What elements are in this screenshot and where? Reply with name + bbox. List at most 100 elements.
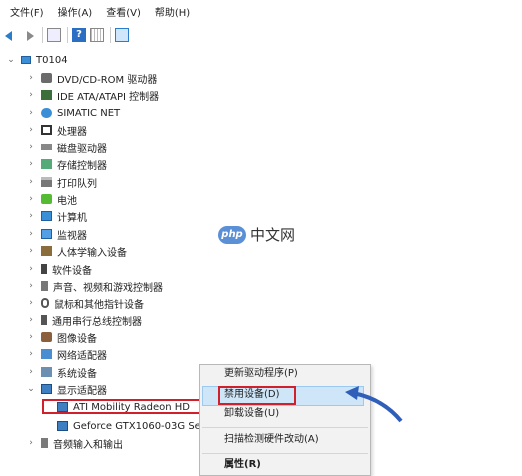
chevron-right-icon[interactable]: › — [26, 332, 36, 342]
tree-item-storage[interactable]: › 存储控制器 — [26, 156, 107, 172]
tree-item-imaging[interactable]: › 图像设备 — [26, 329, 97, 345]
tree-item-computer[interactable]: › 计算机 — [26, 208, 87, 224]
tree-item-monitor[interactable]: › 监视器 — [26, 226, 87, 242]
tree-item-label: 处理器 — [57, 126, 87, 138]
ide-controller-icon — [41, 90, 52, 100]
chevron-right-icon[interactable]: › — [26, 367, 36, 377]
mouse-icon — [41, 298, 49, 308]
back-icon[interactable] — [4, 28, 18, 42]
chevron-right-icon[interactable]: › — [26, 281, 36, 291]
menu-action[interactable]: 操作(A) — [58, 4, 93, 19]
computer-icon — [21, 56, 31, 64]
toolbar-separator — [42, 27, 43, 43]
tree-item-software[interactable]: › 软件设备 — [26, 261, 92, 277]
display-adapter-icon — [41, 384, 52, 394]
context-item-properties[interactable]: 属性(R) — [224, 456, 261, 474]
chevron-right-icon[interactable]: › — [26, 315, 36, 325]
tree-item-label: IDE ATA/ATAPI 控制器 — [57, 91, 160, 103]
context-item-scan-hardware[interactable]: 扫描检测硬件改动(A) — [224, 431, 319, 449]
chevron-right-icon[interactable]: › — [26, 438, 36, 448]
tree-item-label: 打印队列 — [57, 178, 97, 190]
tree-item-label: 声音、视频和游戏控制器 — [53, 282, 163, 294]
tree-item-ide[interactable]: › IDE ATA/ATAPI 控制器 — [26, 87, 159, 103]
toolbar: ? — [0, 24, 522, 46]
computer-icon — [41, 211, 52, 221]
menu-file[interactable]: 文件(F) — [10, 4, 44, 19]
tree-item-label: 计算机 — [57, 212, 87, 224]
grid-icon[interactable] — [90, 28, 104, 42]
tree-item-label: DVD/CD-ROM 驱动器 — [57, 74, 158, 86]
tree-item-print[interactable]: › 打印队列 — [26, 174, 97, 190]
chevron-right-icon[interactable]: › — [26, 177, 36, 187]
selection-highlight-box — [42, 399, 204, 414]
tree-item-display[interactable]: ⌄ 显示适配器 — [26, 381, 107, 397]
tree-item-network[interactable]: › 网络适配器 — [26, 346, 107, 362]
tree-item-processor[interactable]: › 处理器 — [26, 122, 87, 138]
tree-item-label: 音频输入和输出 — [53, 439, 123, 451]
chevron-right-icon[interactable]: › — [26, 229, 36, 239]
forward-icon[interactable] — [22, 28, 36, 42]
usb-icon — [41, 315, 47, 325]
storage-controller-icon — [41, 159, 52, 169]
context-item-uninstall-device[interactable]: 卸载设备(U) — [224, 405, 279, 423]
arrow-annotation — [345, 386, 403, 423]
tree-item-disk[interactable]: › 磁盘驱动器 — [26, 139, 107, 155]
chevron-right-icon[interactable]: › — [26, 298, 36, 308]
chevron-right-icon[interactable]: › — [26, 349, 36, 359]
monitor-icon — [41, 229, 52, 239]
chevron-right-icon[interactable]: › — [26, 108, 36, 118]
chevron-down-icon[interactable]: ⌄ — [26, 384, 36, 394]
tree-item-label: 系统设备 — [57, 368, 97, 380]
tree-item-label: 显示适配器 — [57, 385, 107, 397]
chevron-right-icon[interactable]: › — [26, 264, 36, 274]
tree-item-audio[interactable]: › 音频输入和输出 — [26, 435, 123, 451]
properties-icon[interactable] — [47, 28, 61, 42]
tree-item-label: 通用串行总线控制器 — [52, 316, 142, 328]
help-icon[interactable]: ? — [72, 28, 86, 42]
tree-item-label: 人体学输入设备 — [57, 247, 127, 259]
monitor-icon[interactable] — [115, 28, 129, 42]
tree-item-dvd[interactable]: › DVD/CD-ROM 驱动器 — [26, 70, 157, 86]
tree-item-usb[interactable]: › 通用串行总线控制器 — [26, 312, 142, 328]
chevron-right-icon[interactable]: › — [26, 142, 36, 152]
chevron-right-icon[interactable]: › — [26, 246, 36, 256]
tree-item-label: 网络适配器 — [57, 350, 107, 362]
arrow-head — [345, 386, 359, 400]
tree-item-simatic[interactable]: › SIMATIC NET — [26, 105, 120, 121]
menu-bar: 文件(F) 操作(A) 查看(V) 帮助(H) — [0, 0, 522, 22]
php-logo: php — [218, 225, 246, 244]
watermark-text: 中文网 — [250, 226, 296, 244]
chevron-right-icon[interactable]: › — [26, 194, 36, 204]
tree-root[interactable]: ⌄ T0104 — [6, 52, 68, 68]
tree-child-label: Geforce GTX1060-03G Se — [73, 420, 201, 432]
hid-device-icon — [41, 246, 52, 256]
chevron-down-icon[interactable]: ⌄ — [6, 55, 16, 65]
tree-item-battery[interactable]: › 电池 — [26, 191, 77, 207]
chevron-right-icon[interactable]: › — [26, 159, 36, 169]
chevron-right-icon[interactable]: › — [26, 125, 36, 135]
menu-help[interactable]: 帮助(H) — [155, 4, 190, 19]
tree-item-hid[interactable]: › 人体学输入设备 — [26, 243, 127, 259]
chevron-right-icon[interactable]: › — [26, 211, 36, 221]
context-highlight-box — [218, 386, 296, 405]
tree-item-label: 软件设备 — [52, 265, 92, 277]
processor-icon — [41, 125, 52, 135]
tree-item-label: 电池 — [57, 195, 77, 207]
tree-root-label: T0104 — [36, 54, 68, 66]
chevron-right-icon[interactable]: › — [26, 73, 36, 83]
dvd-drive-icon — [41, 73, 52, 83]
watermark: php 中文网 — [218, 224, 295, 245]
context-item-update-driver[interactable]: 更新驱动程序(P) — [224, 365, 298, 383]
tree-child-geforce[interactable]: Geforce GTX1060-03G Se — [52, 418, 201, 434]
arrow-shaft — [352, 391, 403, 423]
tree-item-label: SIMATIC NET — [57, 107, 121, 119]
tree-item-system[interactable]: › 系统设备 — [26, 364, 97, 380]
printer-icon — [41, 177, 52, 187]
chevron-right-icon[interactable]: › — [26, 90, 36, 100]
menu-view[interactable]: 查看(V) — [106, 4, 141, 19]
display-adapter-icon — [57, 421, 68, 431]
tree-item-mouse[interactable]: › 鼠标和其他指针设备 — [26, 295, 144, 311]
tree-item-sound[interactable]: › 声音、视频和游戏控制器 — [26, 278, 163, 294]
disk-drive-icon — [41, 144, 52, 150]
audio-icon — [41, 438, 48, 448]
